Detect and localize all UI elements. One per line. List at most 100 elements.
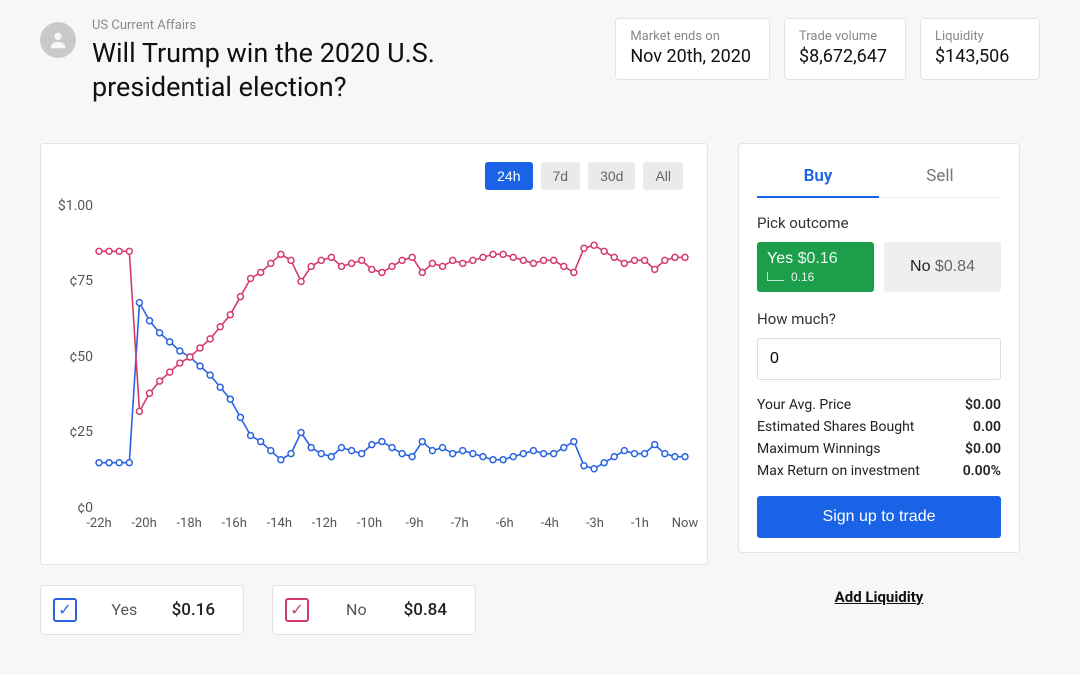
tab-sell[interactable]: Sell bbox=[879, 156, 1001, 197]
series-yes-point bbox=[217, 384, 223, 390]
range-all[interactable]: All bbox=[643, 162, 683, 190]
series-no-point bbox=[116, 248, 122, 254]
amount-field[interactable]: USDC bbox=[757, 338, 1001, 380]
series-yes-point bbox=[642, 450, 648, 456]
x-tick: -16h bbox=[222, 516, 247, 531]
series-yes-point bbox=[601, 459, 607, 465]
series-yes-point bbox=[167, 338, 173, 344]
series-no-point bbox=[631, 257, 637, 263]
series-no-point bbox=[500, 251, 506, 257]
series-no-point bbox=[581, 245, 587, 251]
chart-y-axis: $1.00¢75¢50¢25¢0 bbox=[41, 206, 97, 508]
range-30d[interactable]: 30d bbox=[588, 162, 635, 190]
amount-label: How much? bbox=[757, 310, 1001, 328]
series-yes-point bbox=[662, 450, 668, 456]
series-no-point bbox=[440, 263, 446, 269]
series-no-point bbox=[460, 260, 466, 266]
market-title: Will Trump win the 2020 U.S. presidentia… bbox=[92, 37, 572, 105]
series-yes-point bbox=[429, 447, 435, 453]
outcome-yes-button[interactable]: Yes $0.16 0.16 bbox=[757, 242, 874, 292]
summary-row: Maximum Winnings$0.00 bbox=[757, 438, 1001, 460]
legend-yes-label: Yes bbox=[105, 600, 144, 619]
series-no-point bbox=[359, 257, 365, 263]
outcome-no-label: No bbox=[910, 258, 930, 275]
series-no-point bbox=[601, 248, 607, 254]
series-no-point bbox=[96, 248, 102, 254]
series-yes-point bbox=[298, 429, 304, 435]
series-no-point bbox=[147, 390, 153, 396]
series-yes-point bbox=[480, 453, 486, 459]
series-no-point bbox=[136, 408, 142, 414]
series-yes-point bbox=[338, 444, 344, 450]
series-yes-point bbox=[551, 450, 557, 456]
add-liquidity-link[interactable]: Add Liquidity bbox=[835, 588, 924, 606]
series-no-point bbox=[621, 260, 627, 266]
series-yes-point bbox=[369, 441, 375, 447]
series-no-point bbox=[399, 257, 405, 263]
series-no-point bbox=[541, 257, 547, 263]
range-7d[interactable]: 7d bbox=[541, 162, 581, 190]
series-no-point bbox=[389, 263, 395, 269]
series-no-point bbox=[551, 257, 557, 263]
series-no-point bbox=[197, 344, 203, 350]
legend-yes[interactable]: ✓ Yes $0.16 bbox=[40, 585, 244, 635]
series-no-point bbox=[409, 254, 415, 260]
series-no-point bbox=[217, 323, 223, 329]
x-tick: -1h bbox=[631, 516, 649, 531]
summary-label: Max Return on investment bbox=[757, 463, 920, 479]
chart-plot bbox=[99, 206, 685, 508]
series-yes-point bbox=[500, 456, 506, 462]
series-yes-point bbox=[490, 456, 496, 462]
x-tick: -22h bbox=[86, 516, 111, 531]
amount-input[interactable] bbox=[758, 350, 989, 368]
tab-buy[interactable]: Buy bbox=[757, 156, 879, 198]
series-no-point bbox=[328, 254, 334, 260]
summary-row: Max Return on investment0.00% bbox=[757, 460, 1001, 482]
series-no-point bbox=[611, 254, 617, 260]
stat-liquidity-label: Liquidity bbox=[935, 29, 1021, 44]
summary-row: Your Avg. Price$0.00 bbox=[757, 394, 1001, 416]
series-yes-point bbox=[652, 441, 658, 447]
series-no-point bbox=[126, 248, 132, 254]
summary-value: $0.00 bbox=[965, 441, 1001, 457]
series-yes-line bbox=[99, 302, 685, 468]
series-yes-point bbox=[672, 453, 678, 459]
x-tick: -9h bbox=[406, 516, 424, 531]
trade-panel: Buy Sell Pick outcome Yes $0.16 0.16 No … bbox=[738, 143, 1020, 553]
series-no-point bbox=[288, 257, 294, 263]
outcome-yes-label: Yes bbox=[767, 250, 793, 267]
y-tick: ¢25 bbox=[70, 424, 93, 440]
series-yes-point bbox=[136, 299, 142, 305]
person-icon bbox=[47, 29, 69, 51]
series-yes-point bbox=[278, 456, 284, 462]
summary-label: Your Avg. Price bbox=[757, 397, 851, 413]
series-no-point bbox=[571, 269, 577, 275]
stat-ends-label: Market ends on bbox=[630, 29, 751, 44]
trade-summary: Your Avg. Price$0.00Estimated Shares Bou… bbox=[757, 394, 1001, 482]
series-yes-point bbox=[379, 438, 385, 444]
outcome-no-button[interactable]: No $0.84 bbox=[884, 242, 1001, 292]
range-24h[interactable]: 24h bbox=[485, 162, 532, 190]
legend-yes-price: $0.16 bbox=[172, 600, 215, 620]
series-no-point bbox=[248, 275, 254, 281]
series-no-point bbox=[207, 335, 213, 341]
checkbox-no[interactable]: ✓ bbox=[285, 598, 309, 622]
series-yes-point bbox=[611, 453, 617, 459]
series-yes-point bbox=[541, 450, 547, 456]
x-tick: -4h bbox=[541, 516, 559, 531]
chart-x-axis: -22h-20h-18h-16h-14h-12h-10h-9h-7h-6h-4h… bbox=[99, 516, 685, 546]
checkbox-yes[interactable]: ✓ bbox=[53, 598, 77, 622]
series-yes-point bbox=[349, 447, 355, 453]
legend-no[interactable]: ✓ No $0.84 bbox=[272, 585, 476, 635]
series-no-point bbox=[510, 254, 516, 260]
series-yes-point bbox=[177, 347, 183, 353]
series-yes-point bbox=[510, 453, 516, 459]
series-yes-point bbox=[621, 447, 627, 453]
signup-to-trade-button[interactable]: Sign up to trade bbox=[757, 496, 1001, 538]
series-yes-point bbox=[530, 447, 536, 453]
series-no-point bbox=[530, 260, 536, 266]
stat-liquidity-value: $143,506 bbox=[935, 46, 1021, 67]
series-no-point bbox=[227, 311, 233, 317]
x-tick: -18h bbox=[176, 516, 201, 531]
series-yes-point bbox=[328, 453, 334, 459]
